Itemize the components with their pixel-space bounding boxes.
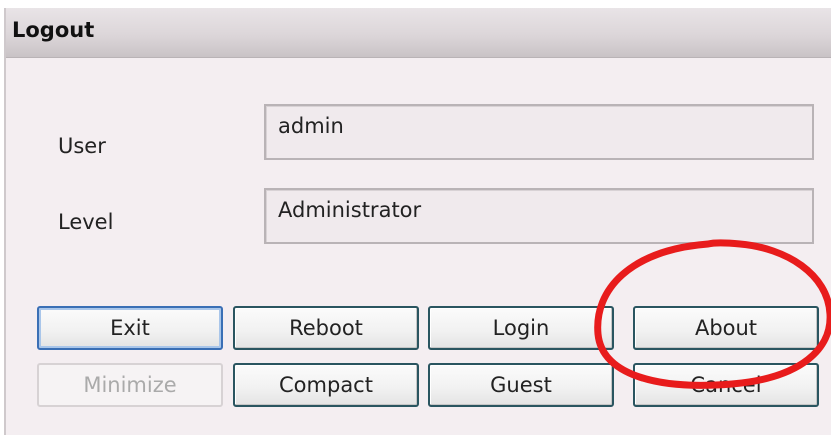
logout-dialog: Logout User admin Level Administrator Ex… (4, 8, 831, 435)
compact-button[interactable]: Compact (233, 363, 419, 407)
guest-button[interactable]: Guest (428, 363, 614, 407)
user-value: admin (278, 114, 344, 138)
cancel-button[interactable]: Cancel (633, 363, 819, 407)
level-field: Administrator (264, 188, 814, 244)
exit-button[interactable]: Exit (37, 306, 223, 350)
user-field: admin (264, 104, 814, 160)
title-bar[interactable]: Logout (6, 8, 831, 58)
minimize-button: Minimize (37, 363, 223, 407)
window-title: Logout (12, 18, 95, 42)
level-label: Level (58, 210, 114, 234)
reboot-button[interactable]: Reboot (233, 306, 419, 350)
login-button[interactable]: Login (428, 306, 614, 350)
level-value: Administrator (278, 198, 422, 222)
user-label: User (58, 134, 106, 158)
about-button[interactable]: About (633, 306, 819, 350)
